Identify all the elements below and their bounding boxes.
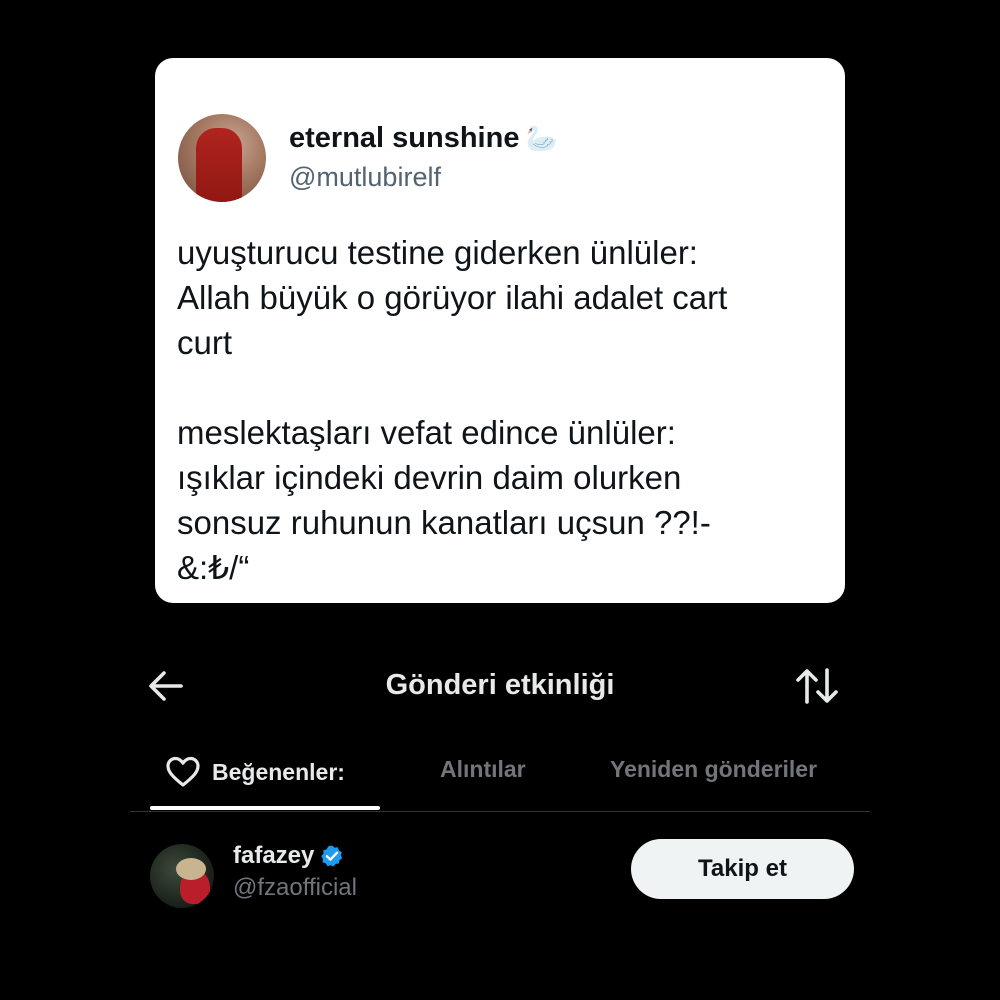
sort-arrows-icon[interactable] (796, 667, 838, 705)
heart-icon (166, 756, 200, 787)
tab-likes[interactable]: Beğenenler: (166, 756, 345, 788)
avatar-figure (196, 128, 242, 202)
verified-badge-icon (321, 845, 343, 867)
active-tab-indicator (150, 806, 380, 810)
swan-emoji: 🦢 (525, 123, 558, 153)
tweet-card[interactable]: eternal sunshine 🦢 @mutlubirelf uyuşturuc… (155, 58, 845, 603)
user-name-text: fafazey (233, 842, 315, 869)
display-name[interactable]: eternal sunshine 🦢 (289, 122, 558, 155)
avatar[interactable] (178, 114, 266, 202)
page-title: Gönderi etkinliği (385, 669, 615, 701)
user-handle[interactable]: @fzaofficial (233, 874, 357, 902)
user-name[interactable]: fafazey (233, 842, 344, 870)
activity-tabs: Beğenenler: Alıntılar Yeniden gönderiler (130, 740, 870, 812)
display-name-text: eternal sunshine (289, 122, 520, 154)
top-bar: Gönderi etkinliği (130, 655, 870, 715)
user-handle[interactable]: @mutlubirelf (289, 162, 441, 193)
tab-quotes[interactable]: Alıntılar (440, 756, 526, 783)
avatar-hair (176, 858, 206, 880)
list-item[interactable]: fafazey @fzaofficial Takip et (130, 830, 870, 920)
follow-button[interactable]: Takip et (631, 839, 854, 899)
avatar[interactable] (150, 844, 214, 908)
tab-likes-label: Beğenenler: (212, 758, 345, 785)
tab-reposts[interactable]: Yeniden gönderiler (610, 756, 817, 783)
tweet-text: uyuşturucu testine giderken ünlüler: All… (177, 234, 728, 586)
